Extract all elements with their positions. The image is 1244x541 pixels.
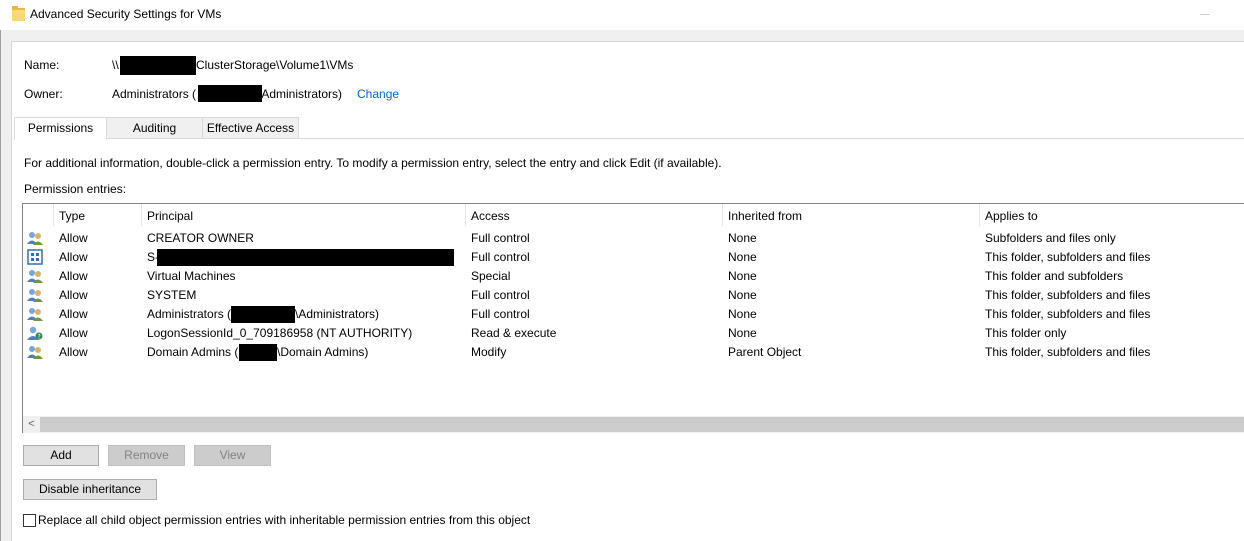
table-row[interactable]: Allow CREATOR OWNER Full control None Su… xyxy=(23,229,1243,248)
header-principal[interactable]: Principal xyxy=(147,209,193,223)
name-label: Name: xyxy=(24,58,60,72)
horizontal-scrollbar[interactable]: < xyxy=(23,416,1244,433)
name-value: ClusterStorage\Volume1\VMs xyxy=(196,58,354,72)
redacted-domain xyxy=(239,344,277,361)
change-owner-link[interactable]: Change xyxy=(357,87,399,101)
table-row[interactable]: Allow Virtual Machines Special None This… xyxy=(23,267,1243,286)
tab-auditing[interactable]: Auditing xyxy=(106,117,203,139)
owner-label: Owner: xyxy=(24,87,63,101)
logon-session-icon: ? xyxy=(27,326,43,341)
owner-value-prefix: Administrators ( xyxy=(112,87,197,101)
permission-entries-list[interactable]: Type Principal Access Inherited from App… xyxy=(22,203,1244,433)
header-inherited-from[interactable]: Inherited from xyxy=(728,209,802,223)
folder-icon xyxy=(12,6,25,21)
tab-permissions[interactable]: Permissions xyxy=(14,117,107,140)
header-access[interactable]: Access xyxy=(471,209,510,223)
users-group-icon xyxy=(27,232,43,245)
disable-inheritance-button[interactable]: Disable inheritance xyxy=(23,479,157,500)
table-row[interactable]: Allow Domain Admins ( \Domain Admins) Mo… xyxy=(23,343,1243,362)
scroll-left-button[interactable]: < xyxy=(23,416,40,433)
table-row[interactable]: Allow Administrators ( \Administrators) … xyxy=(23,305,1243,324)
window-border xyxy=(0,30,1,541)
redacted-domain xyxy=(231,306,295,323)
minimize-icon[interactable] xyxy=(1200,14,1210,15)
permission-entries-label: Permission entries: xyxy=(24,182,127,196)
redacted-server-name xyxy=(120,56,196,75)
replace-child-permissions-label[interactable]: Replace all child object permission entr… xyxy=(38,513,530,527)
remove-button[interactable]: Remove xyxy=(108,445,185,466)
name-prefix: \\ xyxy=(112,58,119,72)
sid-unknown-icon xyxy=(27,249,43,265)
redacted-sid xyxy=(157,249,454,266)
header-type[interactable]: Type xyxy=(59,209,85,223)
svg-text:?: ? xyxy=(38,334,41,341)
header-applies-to[interactable]: Applies to xyxy=(985,209,1038,223)
view-button[interactable]: View xyxy=(194,445,271,466)
title-bar: Advanced Security Settings for VMs xyxy=(0,0,1244,30)
table-row[interactable]: ? Allow LogonSessionId_0_709186958 (NT A… xyxy=(23,324,1243,343)
info-text: For additional information, double-click… xyxy=(24,156,722,170)
table-row[interactable]: Allow S- Full control None This folder, … xyxy=(23,248,1243,267)
users-group-icon xyxy=(27,308,43,321)
redacted-owner-domain xyxy=(198,85,262,102)
users-group-icon xyxy=(27,289,43,302)
window-title: Advanced Security Settings for VMs xyxy=(30,7,222,21)
tab-effective-access[interactable]: Effective Access xyxy=(202,117,299,139)
users-group-icon xyxy=(27,270,43,283)
scrollbar-thumb[interactable] xyxy=(40,417,1244,432)
owner-value-suffix: \Administrators) xyxy=(258,87,343,101)
add-button[interactable]: Add xyxy=(23,445,99,466)
table-row[interactable]: Allow SYSTEM Full control None This fold… xyxy=(23,286,1243,305)
replace-child-permissions-checkbox[interactable] xyxy=(23,514,36,527)
users-group-icon xyxy=(27,346,43,359)
